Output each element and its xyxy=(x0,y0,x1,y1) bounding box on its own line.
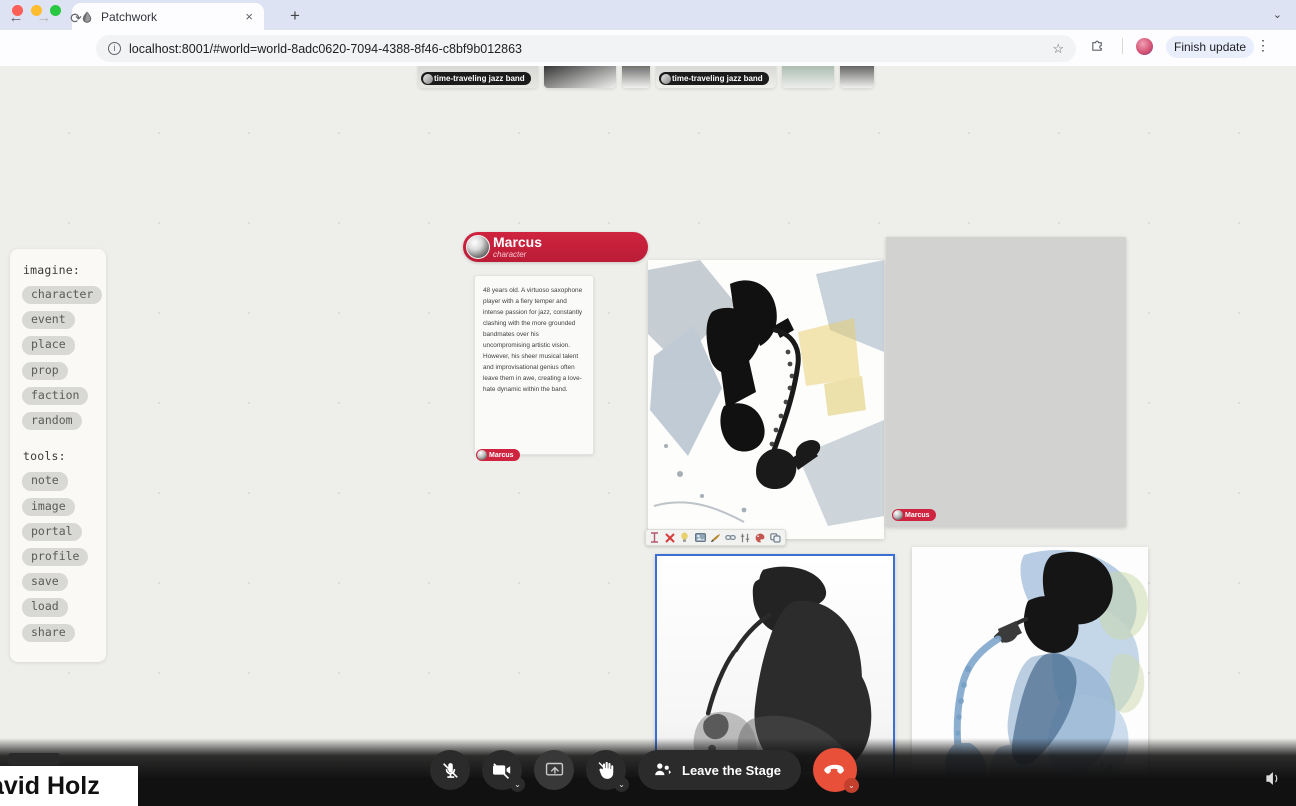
filmstrip-tag: time-traveling jazz band xyxy=(421,72,531,85)
character-header-marcus[interactable]: Marcus character xyxy=(463,232,648,262)
delete-x-icon[interactable] xyxy=(665,533,676,543)
tab-title: Patchwork xyxy=(101,10,235,24)
back-button[interactable]: ← xyxy=(6,8,26,28)
meeting-control-bar: ⌄ ⌄ xyxy=(0,738,1296,806)
text-cursor-icon[interactable] xyxy=(650,532,661,543)
element-toolbar[interactable] xyxy=(645,529,786,546)
raise-hand-icon xyxy=(597,760,616,780)
filmstrip-card[interactable]: time-traveling jazz band xyxy=(656,66,776,88)
filmstrip-card[interactable] xyxy=(840,66,874,88)
speaker-name: avid Holz xyxy=(0,772,100,801)
mic-muted-button[interactable] xyxy=(430,750,470,790)
avatar[interactable] xyxy=(1136,38,1153,55)
app-root: Patchwork × + ⌄ ← → ⟳ i localhost:8001/#… xyxy=(0,0,1296,806)
browser-tab[interactable]: Patchwork × xyxy=(72,3,264,30)
imagine-section-label: imagine: xyxy=(10,263,106,283)
speaker-name-overlay: avid Holz xyxy=(0,766,138,806)
imagine-random-button[interactable]: random xyxy=(22,412,82,430)
hangup-icon xyxy=(824,764,846,776)
finish-update-button[interactable]: Finish update xyxy=(1166,36,1254,58)
bookmark-star-icon[interactable]: ☆ xyxy=(1052,41,1064,57)
speaker-icon[interactable] xyxy=(1265,771,1282,786)
browser-tab-bar: Patchwork × + ⌄ xyxy=(0,0,1296,30)
imagine-prop-button[interactable]: prop xyxy=(22,362,68,380)
copy-icon[interactable] xyxy=(770,533,781,543)
leave-stage-label: Leave the Stage xyxy=(682,763,781,778)
close-icon[interactable]: × xyxy=(242,10,256,23)
meeting-controls: ⌄ ⌄ xyxy=(430,748,857,792)
image-icon[interactable] xyxy=(695,533,706,542)
tool-save-button[interactable]: save xyxy=(22,573,68,591)
leave-stage-icon xyxy=(654,762,672,778)
imagine-place-button[interactable]: place xyxy=(22,336,75,354)
mic-muted-icon xyxy=(441,761,460,780)
tool-load-button[interactable]: load xyxy=(22,598,68,616)
tool-image-button[interactable]: image xyxy=(22,498,75,516)
tool-palette: imagine: character event place prop fact… xyxy=(10,249,106,662)
forward-button[interactable]: → xyxy=(34,8,54,28)
browser-menu-button[interactable]: ⋮ xyxy=(1256,37,1270,54)
world-canvas[interactable]: time-traveling jazz band time-traveling … xyxy=(0,66,1296,806)
filmstrip-card[interactable] xyxy=(782,66,834,88)
screen-share-icon xyxy=(545,762,564,779)
filmstrip: time-traveling jazz band time-traveling … xyxy=(418,66,874,88)
tool-portal-button[interactable]: portal xyxy=(22,523,82,541)
leave-stage-button[interactable]: Leave the Stage xyxy=(638,750,801,790)
imagine-character-button[interactable]: character xyxy=(22,286,102,304)
sliders-icon[interactable] xyxy=(740,533,751,543)
chevron-down-icon[interactable]: ⌄ xyxy=(614,777,629,792)
pencil-icon[interactable] xyxy=(710,533,721,543)
toolbar-divider xyxy=(1122,38,1123,54)
card-owner-badge: Marcus xyxy=(892,509,936,521)
image-card-placeholder[interactable]: Marcus xyxy=(886,237,1126,527)
artwork-sax-ink xyxy=(648,260,884,539)
camera-muted-icon xyxy=(492,760,512,780)
overlay-name-chip xyxy=(8,753,60,765)
imagine-event-button[interactable]: event xyxy=(22,311,75,329)
address-bar[interactable]: i localhost:8001/#world=world-8adc0620-7… xyxy=(96,35,1076,62)
image-card-sax-ink[interactable] xyxy=(648,260,884,539)
tools-section-label: tools: xyxy=(10,434,106,469)
note-owner-badge: Marcus xyxy=(476,449,520,461)
chevron-down-icon[interactable]: ⌄ xyxy=(844,778,859,793)
filmstrip-tag: time-traveling jazz band xyxy=(659,72,769,85)
camera-muted-button[interactable]: ⌄ xyxy=(482,750,522,790)
finish-update-label: Finish update xyxy=(1174,40,1246,54)
raise-hand-button[interactable]: ⌄ xyxy=(586,750,626,790)
character-name: Marcus xyxy=(493,235,542,249)
hangup-button[interactable]: ⌄ xyxy=(813,748,857,792)
new-tab-button[interactable]: + xyxy=(286,7,304,24)
palette-icon[interactable] xyxy=(755,533,766,543)
avatar xyxy=(466,235,490,259)
character-type-label: character xyxy=(493,250,542,260)
filmstrip-card[interactable]: time-traveling jazz band xyxy=(418,66,538,88)
puzzle-icon[interactable] xyxy=(1090,38,1105,53)
character-description-card[interactable]: 48 years old. A virtuoso saxophone playe… xyxy=(474,275,594,455)
link-icon[interactable] xyxy=(725,533,736,542)
tool-profile-button[interactable]: profile xyxy=(22,548,88,566)
screen-share-button[interactable] xyxy=(534,750,574,790)
site-info-icon[interactable]: i xyxy=(108,42,121,55)
reload-button[interactable]: ⟳ xyxy=(66,8,86,28)
filmstrip-card[interactable] xyxy=(544,66,616,88)
filmstrip-card[interactable] xyxy=(622,66,650,88)
imagine-faction-button[interactable]: faction xyxy=(22,387,88,405)
tool-share-button[interactable]: share xyxy=(22,624,75,642)
tool-note-button[interactable]: note xyxy=(22,472,68,490)
chevron-down-icon[interactable]: ⌄ xyxy=(1273,8,1282,21)
url-text: localhost:8001/#world=world-8adc0620-709… xyxy=(129,42,522,56)
lightbulb-icon[interactable] xyxy=(680,532,691,543)
chevron-down-icon[interactable]: ⌄ xyxy=(510,777,525,792)
